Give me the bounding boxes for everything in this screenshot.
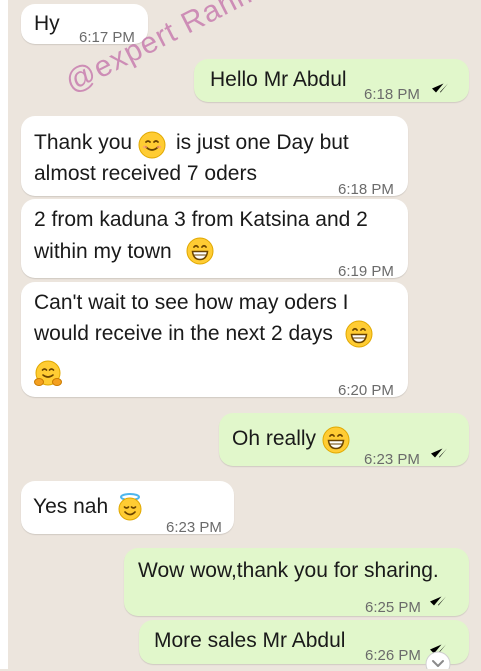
message-text: Hy — [34, 12, 60, 35]
message-timestamp: 6:18 PM — [364, 86, 420, 103]
message-bubble-incoming[interactable]: Yes nah 6:23 PM — [21, 481, 234, 536]
scroll-down-icon[interactable] — [424, 648, 452, 669]
message-text: Hello Mr Abdul — [210, 68, 347, 91]
message-bubble-outgoing[interactable]: Wow wow,thank you for sharing. 6:25 PM — [124, 548, 469, 616]
message-timestamp: 6:23 PM — [364, 451, 420, 468]
message-bubble-outgoing[interactable]: More sales Mr Abdul 6:26 PM — [139, 620, 469, 664]
left-edge-strip — [0, 0, 8, 669]
message-bubble-incoming[interactable]: Thank you is just one Day but almost rec… — [21, 116, 408, 198]
message-text: More sales Mr Abdul — [154, 629, 346, 652]
message-text-line: 2 from kaduna 3 from Katsina and 2 — [34, 208, 368, 231]
message-text-line: Can't wait to see how may oders I — [34, 291, 349, 314]
chat-area: Hy 6:17 PM Hello Mr Abdul 6:18 PM Thank … — [0, 0, 481, 669]
message-text-line: almost received 7 oders — [34, 162, 257, 185]
grinning-face-emoji — [345, 320, 373, 348]
message-text-line: within my town — [34, 240, 172, 263]
message-bubble-incoming[interactable]: Can't wait to see how may oders I would … — [21, 282, 408, 399]
message-text-line: Thank you — [34, 131, 133, 154]
message-text-line: is just one Day but — [176, 131, 349, 154]
smiling-face-with-halo-emoji — [116, 493, 144, 521]
message-bubble-outgoing[interactable]: Hello Mr Abdul 6:18 PM — [194, 59, 469, 103]
hugging-face-emoji — [34, 360, 62, 388]
message-timestamp: 6:25 PM — [365, 599, 421, 616]
read-receipt-icon — [429, 594, 451, 608]
message-text: Oh really — [232, 427, 317, 450]
grinning-face-emoji — [322, 426, 350, 454]
message-bubble-outgoing[interactable]: Oh really 6:23 PM — [219, 413, 469, 468]
read-receipt-icon — [430, 446, 452, 460]
grinning-face-emoji — [186, 237, 214, 265]
message-timestamp: 6:26 PM — [365, 647, 421, 664]
message-timestamp: 6:20 PM — [338, 382, 394, 399]
read-receipt-icon — [431, 81, 453, 95]
message-bubble-incoming[interactable]: 2 from kaduna 3 from Katsina and 2 withi… — [21, 199, 408, 280]
message-text: Wow wow,thank you for sharing. — [138, 559, 439, 582]
smiling-face-emoji — [138, 131, 166, 159]
message-text-line: would receive in the next 2 days — [34, 322, 333, 345]
message-timestamp: 6:23 PM — [166, 519, 222, 536]
message-text: Yes nah — [33, 495, 109, 518]
